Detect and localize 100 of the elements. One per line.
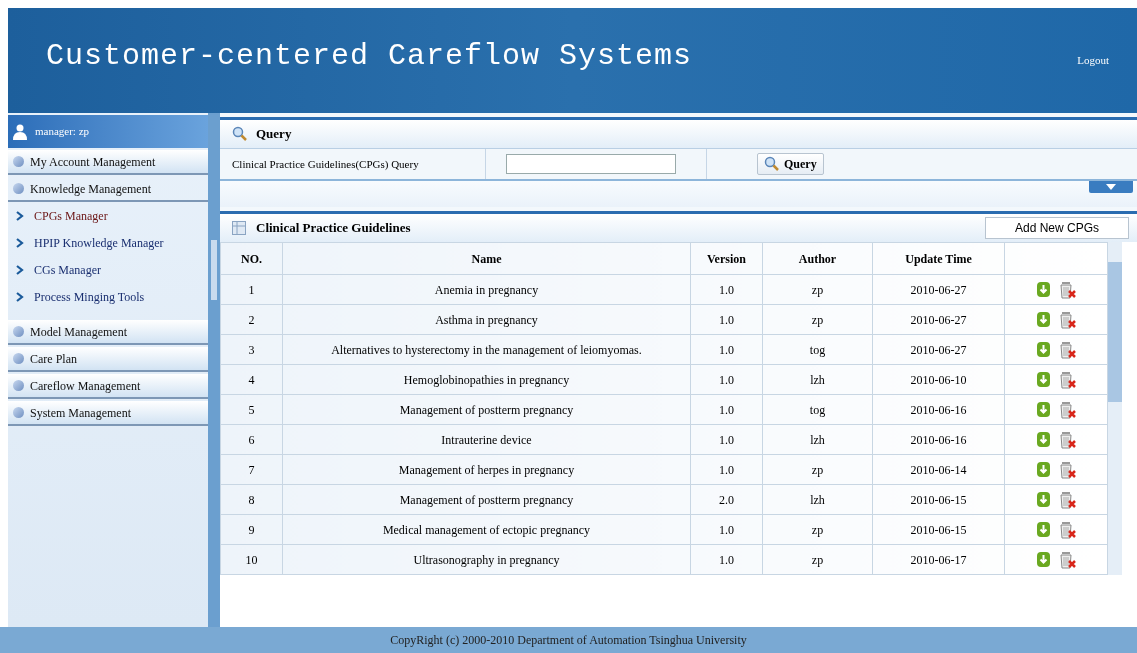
table-cell: Management of postterm pregnancy <box>282 394 691 425</box>
table-cell: 2010-06-15 <box>872 484 1005 515</box>
column-header: Name <box>282 242 691 275</box>
delete-icon[interactable] <box>1059 370 1076 389</box>
table-cell: 1.0 <box>690 424 763 455</box>
table-cell: 1.0 <box>690 274 763 305</box>
chevron-icon <box>16 264 24 275</box>
menu-link[interactable]: CPGs Manager <box>34 206 108 225</box>
user-icon <box>13 123 27 140</box>
menu-section[interactable]: Model Management <box>8 320 208 345</box>
download-icon[interactable] <box>1036 372 1050 387</box>
table-cell: 10 <box>220 544 283 575</box>
scrollbar[interactable] <box>1108 242 1122 575</box>
download-icon[interactable] <box>1036 432 1050 447</box>
bullet-icon <box>13 380 24 391</box>
menu-section[interactable]: My Account Management <box>8 150 208 175</box>
table-cell: zp <box>762 274 873 305</box>
table-cell: Asthma in pregnancy <box>282 304 691 335</box>
table-cell: zp <box>762 454 873 485</box>
table-cell: 1.0 <box>690 454 763 485</box>
chevron-icon <box>16 237 24 248</box>
download-icon[interactable] <box>1036 522 1050 537</box>
column-header: Author <box>762 242 873 275</box>
bullet-icon <box>13 183 24 194</box>
table-cell: Management of herpes in pregnancy <box>282 454 691 485</box>
table-cell: 1.0 <box>690 544 763 575</box>
download-icon[interactable] <box>1036 462 1050 477</box>
table-cell: 2010-06-16 <box>872 394 1005 425</box>
table-cell: 2 <box>220 304 283 335</box>
column-header: Version <box>690 242 763 275</box>
table-cell: Medical management of ectopic pregnancy <box>282 514 691 545</box>
bullet-icon <box>13 156 24 167</box>
collapse-button[interactable] <box>1089 181 1133 193</box>
panel-title: Clinical Practice Guidelines <box>256 219 412 238</box>
app-title: Customer-centered Careflow Systems <box>46 38 693 75</box>
menu-section[interactable]: System Management <box>8 401 208 426</box>
download-icon[interactable] <box>1036 282 1050 297</box>
table-cell: 1.0 <box>690 394 763 425</box>
menu-section[interactable]: Careflow Management <box>8 374 208 399</box>
download-icon[interactable] <box>1036 342 1050 357</box>
menu-link[interactable]: Process Minging Tools <box>34 287 145 306</box>
delete-icon[interactable] <box>1059 430 1076 449</box>
table-cell: 4 <box>220 364 283 395</box>
column-header: NO. <box>220 242 283 275</box>
table-cell: Hemoglobinopathies in pregnancy <box>282 364 691 395</box>
menu-link[interactable]: HPIP Knowledge Manager <box>34 233 164 252</box>
table-cell: 1.0 <box>690 334 763 365</box>
add-cpg-button[interactable]: Add New CPGs <box>985 217 1129 239</box>
table-icon <box>232 221 246 235</box>
logout-link[interactable]: Logout <box>1077 52 1109 69</box>
menu-link[interactable]: CGs Manager <box>34 260 101 279</box>
table-cell: 1.0 <box>690 304 763 335</box>
table-cell: 2010-06-14 <box>872 454 1005 485</box>
table-cell: 6 <box>220 424 283 455</box>
table-cell: zp <box>762 544 873 575</box>
delete-icon[interactable] <box>1059 490 1076 509</box>
delete-icon[interactable] <box>1059 280 1076 299</box>
delete-icon[interactable] <box>1059 460 1076 479</box>
query-button[interactable]: Query <box>757 153 824 175</box>
download-icon[interactable] <box>1036 552 1050 567</box>
delete-icon[interactable] <box>1059 520 1076 539</box>
table-cell: 2010-06-16 <box>872 424 1005 455</box>
search-icon <box>232 126 248 142</box>
table-cell: 2010-06-27 <box>872 334 1005 365</box>
user-name: manager: zp <box>35 124 90 140</box>
table-cell: tog <box>762 394 873 425</box>
delete-icon[interactable] <box>1059 310 1076 329</box>
table-cell: 7 <box>220 454 283 485</box>
table-cell: 2010-06-27 <box>872 274 1005 305</box>
panel-title: Query <box>256 125 292 144</box>
table-cell: 2010-06-10 <box>872 364 1005 395</box>
table-cell: Anemia in pregnancy <box>282 274 691 305</box>
table-cell: zp <box>762 304 873 335</box>
download-icon[interactable] <box>1036 312 1050 327</box>
column-header: Update Time <box>872 242 1005 275</box>
table-cell: Alternatives to hysterectomy in the management of leiomyomas. <box>282 334 691 365</box>
bullet-icon <box>13 353 24 364</box>
table-cell: Ultrasonography in pregnancy <box>282 544 691 575</box>
caret-icon <box>1106 184 1116 190</box>
table-cell: 1.0 <box>690 514 763 545</box>
table-cell: 2.0 <box>690 484 763 515</box>
download-icon[interactable] <box>1036 402 1050 417</box>
table-cell: 8 <box>220 484 283 515</box>
table-cell: 1.0 <box>690 364 763 395</box>
delete-icon[interactable] <box>1059 400 1076 419</box>
table-cell: Intrauterine device <box>282 424 691 455</box>
table-cell: 1 <box>220 274 283 305</box>
copyright-text: CopyRight (c) 2000-2010 Department of Automation Tsinghua University <box>390 632 747 649</box>
table-cell: 5 <box>220 394 283 425</box>
splitter[interactable] <box>208 113 220 627</box>
table-cell: 9 <box>220 514 283 545</box>
search-icon <box>764 156 780 172</box>
table-cell: zp <box>762 514 873 545</box>
table-cell: lzh <box>762 484 873 515</box>
download-icon[interactable] <box>1036 492 1050 507</box>
delete-icon[interactable] <box>1059 340 1076 359</box>
delete-icon[interactable] <box>1059 550 1076 569</box>
table-cell: lzh <box>762 424 873 455</box>
query-field[interactable] <box>506 154 676 174</box>
menu-section[interactable]: Care Plan <box>8 347 208 372</box>
